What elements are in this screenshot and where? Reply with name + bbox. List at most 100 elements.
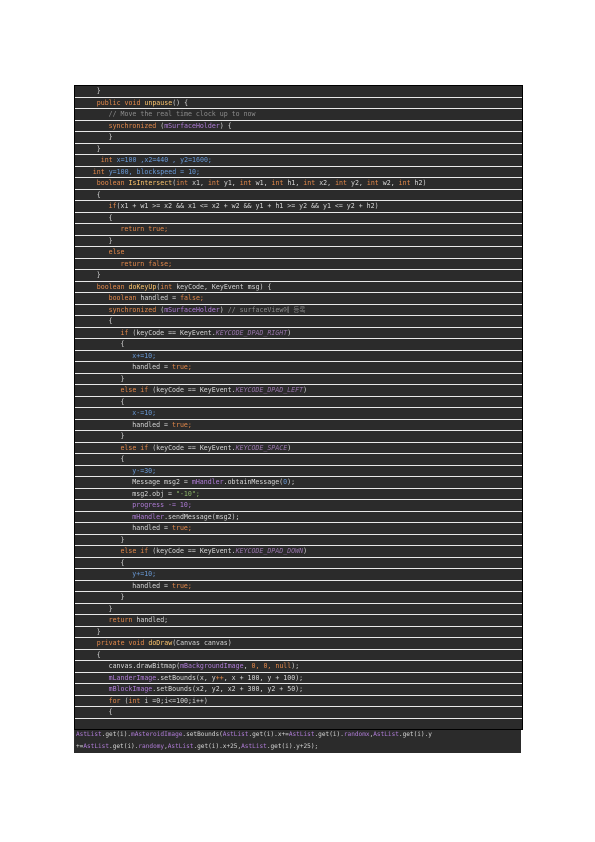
code-token: , x + 100, y + 100);	[223, 673, 304, 682]
code-token: }	[120, 593, 125, 601]
code-line: {	[75, 650, 522, 661]
code-line: }	[75, 374, 522, 385]
code-token: }	[120, 535, 125, 544]
code-token: (x1 + w1 >= x2 && x1 <= x2 + w2 && y1 + …	[116, 202, 379, 210]
code-token: .get(i).y	[398, 731, 432, 738]
code-line: x+=10;	[75, 351, 522, 362]
code-token: (Canvas canvas)	[172, 639, 232, 647]
code-token: true;	[172, 581, 192, 590]
code-token: y+=10;	[132, 570, 157, 578]
code-token: {	[96, 190, 101, 199]
code-line: }	[75, 236, 522, 247]
code-token: {	[96, 650, 101, 659]
code-token: .sendMessage(msg2);	[164, 512, 240, 521]
code-token: .get(i).x+25,	[193, 742, 242, 750]
code-token: 0, 0, null	[251, 662, 292, 670]
code-token: "-10";	[175, 489, 200, 498]
code-token: y=100, blockspeed = 10;	[108, 167, 200, 176]
code-line: msg2.obj = "-10";	[75, 489, 522, 500]
code-token: keyCode, KeyEvent msg) {	[176, 282, 272, 291]
code-token: return	[108, 616, 137, 624]
code-line: y+=10;	[75, 569, 522, 581]
overflow-code-line: +=AstList.get(i).randomy,AstList.get(i).…	[76, 742, 591, 753]
code-token: {	[120, 558, 125, 567]
code-token: handled =	[132, 420, 172, 429]
code-line: handled = true;	[75, 581, 522, 592]
code-token: (keyCode == KeyEvent.	[152, 386, 236, 394]
code-token: true;	[172, 524, 192, 532]
code-token: .setBounds(	[182, 731, 223, 738]
code-token: }	[96, 627, 101, 636]
code-line: if (keyCode == KeyEvent.KEYCODE_DPAD_RIG…	[75, 328, 522, 339]
code-token: synchronized	[108, 121, 161, 130]
code-token: x+=10;	[132, 351, 157, 360]
code-token: {	[120, 340, 125, 348]
code-token: ,	[243, 662, 252, 670]
code-token: false;	[180, 294, 204, 302]
code-line: else if (keyCode == KeyEvent.KEYCODE_DPA…	[75, 385, 522, 397]
code-token: int	[160, 282, 177, 291]
code-token: int	[239, 179, 256, 187]
code-line: int y=100, blockspeed = 10;	[75, 167, 522, 178]
code-token: for	[108, 696, 125, 705]
code-token: () {	[172, 98, 189, 107]
code-token: mBackgroundImage	[180, 662, 244, 670]
code-token: else if	[120, 443, 153, 452]
code-line: progress -= 10;	[75, 500, 522, 512]
code-token: // Move the real time clock up to now	[108, 110, 256, 118]
code-token: AstList	[76, 731, 102, 738]
code-token: w1,	[255, 179, 272, 187]
code-token: public void	[96, 98, 145, 107]
code-token: }	[108, 604, 113, 613]
code-line: synchronized (mSurfaceHolder) {	[75, 121, 522, 132]
code-token: )	[219, 305, 228, 314]
code-line: }	[75, 132, 522, 144]
code-line: }	[75, 592, 522, 604]
code-line: int x=100 ,x2=440 , y2=1600;	[75, 155, 522, 167]
code-line: x-=10;	[75, 408, 522, 420]
code-token: }	[108, 133, 113, 141]
code-token: int	[92, 167, 109, 176]
code-token: .get(i).	[109, 742, 139, 750]
code-line: public void unpause() {	[75, 98, 522, 109]
code-line: y-=30;	[75, 466, 522, 477]
code-line: if(x1 + w1 >= x2 && x1 <= x2 + w2 && y1 …	[75, 201, 522, 213]
code-line: mHandler.sendMessage(msg2);	[75, 512, 522, 523]
code-token: synchronized	[108, 305, 161, 314]
code-token: AstList	[83, 742, 110, 750]
code-line: mBlockImage.setBounds(x2, y2, x2 + 300, …	[75, 684, 522, 696]
code-token: int	[303, 179, 320, 187]
code-token: }	[120, 374, 125, 383]
code-token: );	[291, 662, 300, 670]
code-line: // Move the real time clock up to now	[75, 109, 522, 121]
code-token: doKeyUp	[128, 282, 157, 291]
code-token: int	[128, 696, 145, 705]
code-token: h2)	[414, 179, 427, 187]
code-line: {	[75, 397, 522, 408]
code-token: AstList	[373, 731, 399, 738]
code-token: .get(i).	[314, 731, 344, 738]
code-token: true;	[172, 420, 192, 429]
code-token: mSurfaceHolder	[164, 121, 220, 130]
code-token: }	[96, 87, 101, 95]
code-token: );	[287, 478, 296, 486]
code-line: return false;	[75, 259, 522, 270]
code-token: mLanderImage	[108, 673, 157, 682]
code-token: int	[335, 179, 351, 187]
code-token: int	[207, 179, 224, 187]
code-token: }	[96, 271, 101, 279]
code-token: canvas.drawBitmap(	[108, 662, 181, 670]
code-token: .get(i).y+25);	[266, 742, 319, 750]
code-line: }	[75, 604, 522, 615]
code-token: x2,	[319, 179, 336, 187]
code-token: KEYCODE_DPAD_RIGHT	[215, 328, 288, 337]
code-line: boolean IsIntersect(int x1, int y1, int …	[75, 178, 522, 190]
code-token: KEYCODE_DPAD_LEFT	[235, 386, 304, 394]
code-token: )	[287, 443, 292, 452]
code-token: msg2.obj =	[132, 489, 176, 498]
code-token: IsIntersect	[128, 179, 173, 187]
code-line: private void doDraw(Canvas canvas)	[75, 638, 522, 650]
code-token: )	[303, 547, 308, 555]
code-token: x=100 ,x2=440 , y2=1600;	[116, 156, 212, 164]
